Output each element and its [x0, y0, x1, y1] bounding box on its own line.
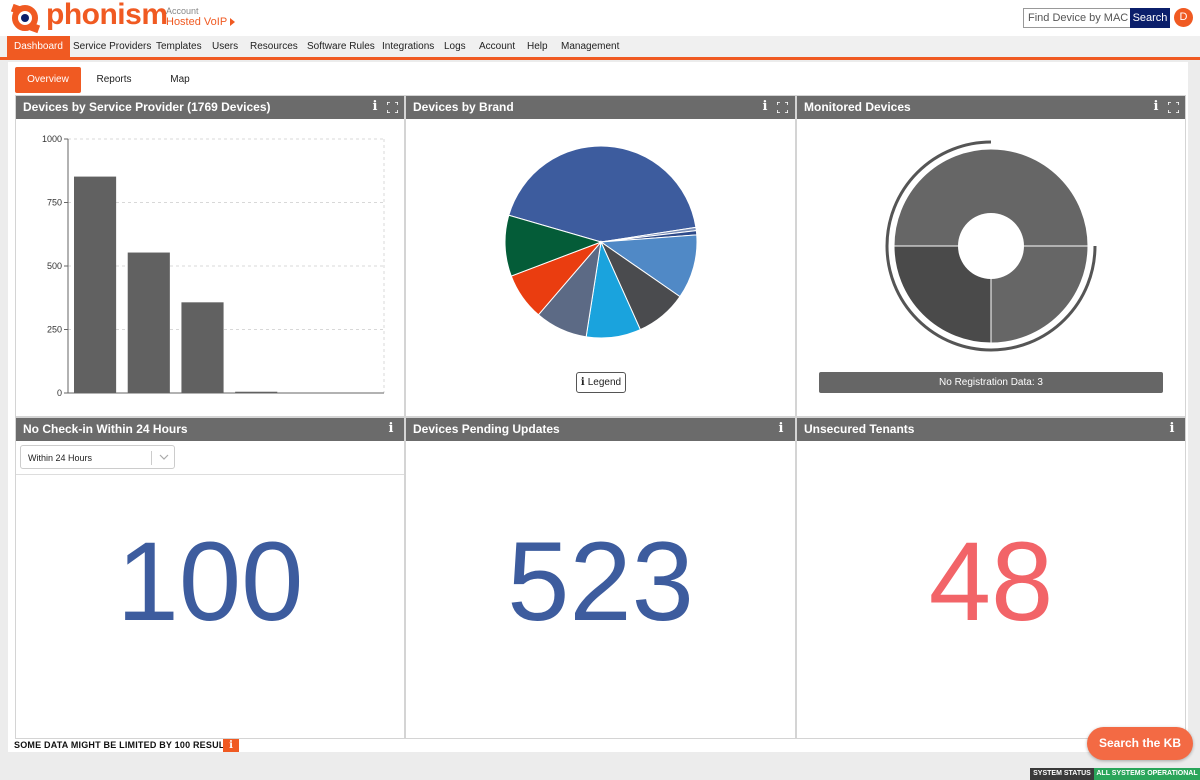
panel-title: Monitored Devices	[797, 96, 1185, 119]
donut-hole	[958, 213, 1024, 279]
phonism-logo-icon[interactable]	[8, 2, 42, 34]
bar	[127, 252, 170, 393]
tab-map[interactable]: Map	[147, 67, 213, 93]
panel-title: Devices by Brand	[406, 96, 795, 119]
unsecured-tenants-count: 48	[928, 519, 1054, 644]
info-icon[interactable]: i	[776, 422, 786, 436]
bar	[181, 302, 224, 393]
time-range-select[interactable]: Within 24 Hours	[20, 445, 175, 469]
chevron-down-icon	[159, 454, 169, 460]
data-limit-note: SOME DATA MIGHT BE LIMITED BY 100 RESULT…	[14, 740, 236, 750]
bar	[74, 176, 117, 393]
y-tick-label: 250	[47, 325, 62, 335]
bar-chart: 0 250 500 750 1000	[42, 134, 385, 398]
panel-title: Devices by Service Provider (1769 Device…	[16, 96, 404, 119]
mac-search-input[interactable]	[1023, 8, 1132, 28]
panel-pending-updates: Devices Pending Updates i 523	[405, 417, 796, 739]
panel-title-text: Devices by Service Provider (1769 Device…	[23, 100, 271, 114]
nav-management[interactable]: Management	[554, 36, 626, 57]
nav-help[interactable]: Help	[520, 36, 555, 57]
nav-templates[interactable]: Templates	[149, 36, 209, 57]
expand-icon[interactable]	[1168, 102, 1179, 113]
info-icon[interactable]: i	[760, 100, 770, 114]
panel-title: Unsecured Tenants	[797, 418, 1185, 441]
expand-icon[interactable]	[777, 102, 788, 113]
info-icon[interactable]: i	[223, 739, 239, 752]
nav-resources[interactable]: Resources	[243, 36, 305, 57]
tab-overview[interactable]: Overview	[15, 67, 81, 93]
panel-devices-by-service-provider: Devices by Service Provider (1769 Device…	[15, 95, 405, 417]
brand-pie-chart	[504, 145, 698, 339]
main-nav: Dashboard Service Providers Templates Us…	[0, 36, 1200, 60]
app-header: phonism Account Hosted VoIP Search D	[0, 0, 1200, 36]
panel-no-checkin: No Check-in Within 24 Hours i Within 24 …	[15, 417, 405, 739]
y-tick-label: 1000	[42, 134, 62, 144]
info-icon[interactable]: i	[386, 422, 396, 436]
no-registration-bar: No Registration Data: 3	[819, 372, 1163, 393]
nav-service-providers[interactable]: Service Providers	[66, 36, 158, 57]
nav-account[interactable]: Account	[472, 36, 522, 57]
account-switcher[interactable]: Hosted VoIP	[166, 16, 236, 28]
panel-title-text: Monitored Devices	[804, 100, 911, 114]
system-status-label[interactable]: SYSTEM STATUS	[1030, 768, 1094, 780]
system-status-value[interactable]: ALL SYSTEMS OPERATIONAL	[1094, 768, 1200, 780]
panel-unsecured-tenants: Unsecured Tenants i 48	[796, 417, 1186, 739]
panel-monitored-devices: Monitored Devices i No Registration Data…	[796, 95, 1186, 417]
panel-devices-by-brand: Devices by Brand i i Legend	[405, 95, 796, 417]
panel-title-text: No Check-in Within 24 Hours	[23, 422, 188, 436]
monitored-donut-chart	[885, 140, 1097, 352]
nav-software-rules[interactable]: Software Rules	[300, 36, 382, 57]
bar	[235, 391, 278, 393]
search-kb-button[interactable]: Search the KB	[1087, 727, 1193, 760]
panel-title: No Check-in Within 24 Hours	[16, 418, 404, 441]
account-label: Account	[166, 6, 199, 16]
pending-updates-count: 523	[507, 519, 694, 644]
nav-logs[interactable]: Logs	[437, 36, 473, 57]
search-button[interactable]: Search	[1130, 8, 1170, 28]
caret-right-icon	[230, 18, 236, 27]
tab-reports[interactable]: Reports	[81, 67, 147, 93]
panel-title: Devices Pending Updates	[406, 418, 795, 441]
brand-name[interactable]: phonism	[46, 0, 168, 32]
dashboard-main: Overview Reports Map Devices by Service …	[8, 62, 1188, 752]
legend-label: Legend	[587, 377, 622, 388]
select-value: Within 24 Hours	[28, 453, 93, 463]
info-icon[interactable]: i	[370, 100, 380, 114]
info-icon: i	[580, 377, 585, 388]
nav-dashboard[interactable]: Dashboard	[7, 36, 70, 57]
y-tick-label: 0	[57, 388, 62, 398]
panel-title-text: Devices by Brand	[413, 100, 514, 114]
nav-integrations[interactable]: Integrations	[375, 36, 441, 57]
account-name: Hosted VoIP	[166, 16, 228, 28]
divider	[16, 474, 404, 475]
y-tick-label: 750	[47, 198, 62, 208]
expand-icon[interactable]	[387, 102, 398, 113]
select-separator	[151, 451, 152, 465]
panel-title-text: Devices Pending Updates	[413, 422, 560, 436]
user-avatar[interactable]: D	[1174, 8, 1193, 27]
y-tick-label: 500	[47, 261, 62, 271]
info-icon[interactable]: i	[1151, 100, 1161, 114]
panel-title-text: Unsecured Tenants	[804, 422, 915, 436]
no-checkin-count: 100	[116, 519, 304, 644]
info-icon[interactable]: i	[1167, 422, 1177, 436]
legend-button[interactable]: i Legend	[576, 372, 626, 393]
nav-users[interactable]: Users	[205, 36, 245, 57]
